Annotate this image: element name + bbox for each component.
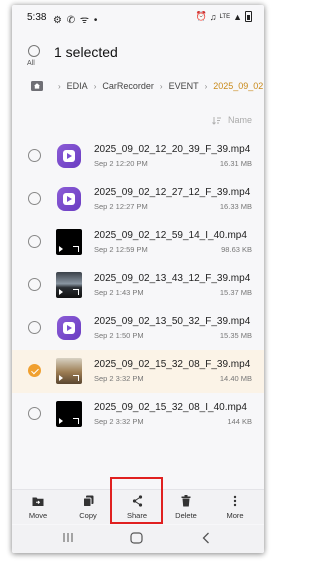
wifi-call-icon: ᯤ — [79, 15, 91, 26]
status-time: 5:38 — [27, 12, 47, 23]
trash-icon — [181, 495, 191, 507]
file-row[interactable]: 2025_09_02_13_50_32_F_39.mp4 Sep 2 1:50 … — [12, 307, 264, 350]
status-right-icons: ⏰ ♫ LTE ▲ — [196, 11, 252, 22]
file-checkbox[interactable] — [28, 149, 41, 162]
file-name: 2025_09_02_12_59_14_I_40.mp4 — [94, 230, 247, 241]
file-name: 2025_09_02_12_20_39_F_39.mp4 — [94, 144, 251, 155]
sort-icon — [212, 116, 221, 125]
breadcrumb-separator: › — [204, 81, 208, 91]
breadcrumb-separator: › — [159, 81, 163, 91]
file-date: Sep 2 12:20 PM — [94, 159, 148, 168]
file-size: 144 KB — [227, 417, 252, 426]
file-date: Sep 2 1:43 PM — [94, 288, 144, 297]
breadcrumb-separator: › — [93, 81, 97, 91]
delete-label: Delete — [175, 511, 197, 520]
file-checkbox[interactable] — [28, 235, 41, 248]
file-name: 2025_09_02_12_27_12_F_39.mp4 — [94, 187, 251, 198]
sort-bar: Name — [12, 113, 264, 129]
selection-count-title: 1 selected — [54, 44, 118, 60]
back-icon[interactable] — [202, 532, 210, 544]
copy-icon — [82, 495, 93, 507]
share-highlight-box — [110, 477, 163, 524]
file-size: 16.33 MB — [219, 202, 252, 211]
file-size: 14.40 MB — [219, 374, 252, 383]
volte-icon: LTE — [219, 13, 231, 20]
file-checkbox[interactable] — [28, 321, 41, 334]
file-checkbox[interactable] — [28, 407, 41, 420]
delete-button[interactable]: Delete — [166, 494, 206, 520]
file-checkbox-checked[interactable] — [28, 364, 41, 377]
file-name: 2025_09_02_15_32_08_F_39.mp4 — [94, 359, 251, 370]
more-vert-icon — [233, 495, 237, 507]
move-label: Move — [28, 511, 48, 520]
purple-video-icon — [57, 187, 81, 211]
move-folder-icon — [32, 497, 44, 506]
file-row-selected[interactable]: 2025_09_02_15_32_08_F_39.mp4 Sep 2 3:32 … — [12, 350, 264, 393]
status-left-icons: ⚙ ✆ ᯤ • — [53, 12, 98, 26]
file-row[interactable]: 2025_09_02_13_43_12_F_39.mp4 Sep 2 1:43 … — [12, 264, 264, 307]
file-name: 2025_09_02_13_43_12_F_39.mp4 — [94, 273, 251, 284]
battery-icon — [245, 11, 252, 22]
file-checkbox[interactable] — [28, 192, 41, 205]
sort-button[interactable]: Name — [212, 115, 252, 125]
file-date: Sep 2 3:32 PM — [94, 417, 144, 426]
missed-call-icon: ✆ — [66, 15, 77, 26]
status-bar: 5:38 ⚙ ✆ ᯤ • ⏰ ♫ LTE ▲ — [12, 5, 264, 31]
file-name: 2025_09_02_15_32_08_I_40.mp4 — [94, 402, 247, 413]
file-size: 16.31 MB — [219, 159, 252, 168]
breadcrumb-item[interactable]: CarRecorder — [102, 81, 154, 91]
recent-apps-icon[interactable] — [62, 532, 74, 543]
more-label: More — [226, 511, 244, 520]
more-button[interactable]: More — [215, 494, 255, 520]
select-all-checkbox[interactable] — [28, 45, 40, 57]
file-size: 98.63 KB — [221, 245, 252, 254]
file-size: 15.37 MB — [219, 288, 252, 297]
sort-label: Name — [227, 115, 252, 125]
car-video-thumbnail — [56, 358, 82, 384]
file-row[interactable]: 2025_09_02_12_20_39_F_39.mp4 Sep 2 12:20… — [12, 135, 264, 178]
file-row[interactable]: 2025_09_02_15_32_08_I_40.mp4 Sep 2 3:32 … — [12, 393, 264, 436]
file-date: Sep 2 3:32 PM — [94, 374, 144, 383]
signal-icon: ▲ — [233, 11, 242, 22]
file-date: Sep 2 12:59 PM — [94, 245, 148, 254]
breadcrumb-current: 2025_09_02 — [213, 81, 264, 91]
black-video-thumbnail — [56, 401, 82, 427]
file-row[interactable]: 2025_09_02_12_27_12_F_39.mp4 Sep 2 12:27… — [12, 178, 264, 221]
selection-header: All 1 selected — [12, 35, 264, 71]
file-row[interactable]: 2025_09_02_12_59_14_I_40.mp4 Sep 2 12:59… — [12, 221, 264, 264]
breadcrumb: › EDIA › CarRecorder › EVENT › 2025_09_0… — [12, 77, 264, 101]
breadcrumb-item[interactable]: EDIA — [67, 81, 88, 91]
copy-button[interactable]: Copy — [68, 494, 108, 520]
move-button[interactable]: Move — [18, 494, 58, 520]
home-icon[interactable] — [130, 532, 143, 544]
street-video-thumbnail — [56, 272, 82, 298]
purple-video-icon — [57, 316, 81, 340]
file-checkbox[interactable] — [28, 278, 41, 291]
gear-icon: ⚙ — [53, 15, 63, 26]
breadcrumb-separator: › — [58, 81, 61, 91]
select-all-label: All — [27, 60, 35, 67]
file-name: 2025_09_02_13_50_32_F_39.mp4 — [94, 316, 251, 327]
mute-icon: ♫ — [209, 11, 217, 22]
black-video-thumbnail — [56, 229, 82, 255]
breadcrumb-path: › EDIA › CarRecorder › EVENT › 2025_09_0… — [58, 81, 263, 91]
purple-video-icon — [57, 144, 81, 168]
system-nav-bar — [12, 525, 264, 553]
breadcrumb-item[interactable]: EVENT — [169, 81, 199, 91]
file-date: Sep 2 1:50 PM — [94, 331, 144, 340]
notification-icon: • — [93, 15, 99, 26]
phone-screen: 5:38 ⚙ ✆ ᯤ • ⏰ ♫ LTE ▲ All 1 selected › … — [12, 5, 264, 553]
alarm-icon: ⏰ — [195, 11, 207, 21]
file-date: Sep 2 12:27 PM — [94, 202, 148, 211]
file-size: 15.35 MB — [219, 331, 252, 340]
home-folder-icon[interactable] — [30, 79, 44, 93]
copy-label: Copy — [79, 511, 97, 520]
